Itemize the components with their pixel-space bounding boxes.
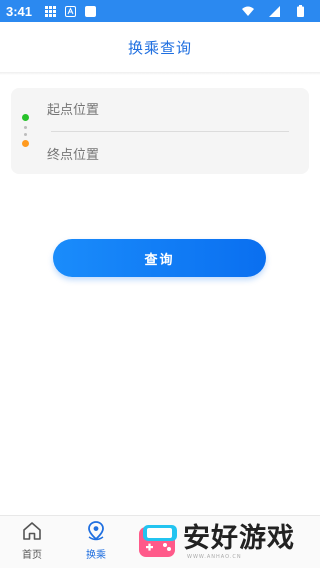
status-bar: 3:41 xyxy=(0,0,320,22)
grid-notification-icon xyxy=(44,5,56,17)
app-notification-icon xyxy=(84,5,96,17)
watermark-text: 安好游戏 xyxy=(183,523,295,554)
tab-transfer-label: 换乘 xyxy=(86,550,106,561)
route-input-card xyxy=(11,88,309,174)
watermark: 安好游戏 WWW.ANHAO.CN xyxy=(137,517,317,567)
battery-icon xyxy=(294,5,306,17)
game-console-logo-icon xyxy=(139,525,177,557)
watermark-subtext: WWW.ANHAO.CN xyxy=(187,554,242,560)
query-button[interactable]: 查询 xyxy=(53,239,266,277)
status-time: 3:41 xyxy=(6,3,33,19)
tab-transfer[interactable]: 换乘 xyxy=(66,516,126,568)
end-point-dot xyxy=(22,140,29,147)
route-connector-dot xyxy=(24,133,27,136)
start-location-input[interactable] xyxy=(47,100,287,120)
start-point-dot xyxy=(22,114,29,121)
route-connector-dot xyxy=(24,126,27,129)
tab-home[interactable]: 首页 xyxy=(2,516,62,568)
app-header: 换乘查询 xyxy=(0,22,320,72)
page-title: 换乘查询 xyxy=(127,38,192,57)
app-a-notification-icon xyxy=(64,5,76,17)
end-location-input[interactable] xyxy=(47,145,287,165)
tab-home-label: 首页 xyxy=(22,550,42,561)
field-divider xyxy=(51,131,289,132)
cellular-signal-icon xyxy=(268,5,280,17)
wifi-icon xyxy=(242,5,254,17)
location-pin-icon xyxy=(88,521,104,541)
home-icon xyxy=(23,522,41,540)
header-divider xyxy=(0,72,320,75)
